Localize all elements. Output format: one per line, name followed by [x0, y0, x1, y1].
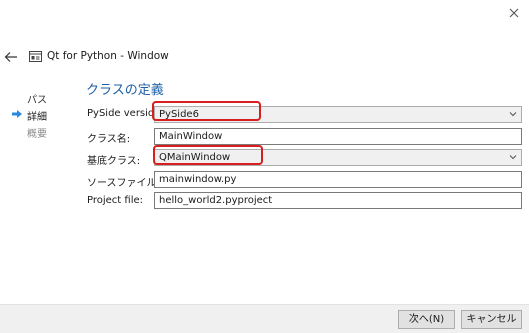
back-arrow-icon	[4, 52, 17, 62]
base-class-label: 基底クラス:	[87, 156, 141, 167]
chevron-down-icon	[509, 112, 517, 117]
back-button[interactable]	[4, 51, 18, 63]
source-file-input[interactable]: mainwindow.py	[154, 171, 522, 188]
dialog-title: Qt for Python - Window	[47, 50, 169, 62]
pyside-version-value: PySide6	[159, 109, 199, 120]
pyside-version-select[interactable]: PySide6	[154, 106, 522, 123]
class-name-value: MainWindow	[159, 131, 223, 142]
source-file-value: mainwindow.py	[159, 174, 237, 185]
nav-step-path: パス	[27, 95, 47, 106]
project-file-value: hello_world2.pyproject	[159, 195, 273, 206]
project-file-input[interactable]: hello_world2.pyproject	[154, 192, 522, 209]
pyside-version-label: PySide version:	[87, 108, 164, 119]
section-title: クラスの定義	[86, 83, 164, 98]
window-icon	[29, 51, 42, 62]
next-button[interactable]: 次へ(N)	[398, 310, 455, 329]
source-file-label: ソースファイル:	[87, 178, 160, 189]
project-file-label: Project file:	[87, 195, 143, 206]
class-name-label: クラス名:	[87, 134, 131, 145]
close-icon	[509, 8, 519, 18]
cancel-button[interactable]: キャンセル	[461, 310, 522, 329]
chevron-down-icon	[509, 155, 517, 160]
nav-step-details: 詳細	[27, 112, 47, 123]
nav-step-summary: 概要	[27, 129, 47, 140]
current-step-arrow-icon	[12, 110, 22, 118]
base-class-value: QMainWindow	[159, 152, 231, 163]
class-name-input[interactable]: MainWindow	[154, 128, 522, 145]
close-button[interactable]	[506, 5, 522, 21]
base-class-select[interactable]: QMainWindow	[154, 149, 522, 166]
